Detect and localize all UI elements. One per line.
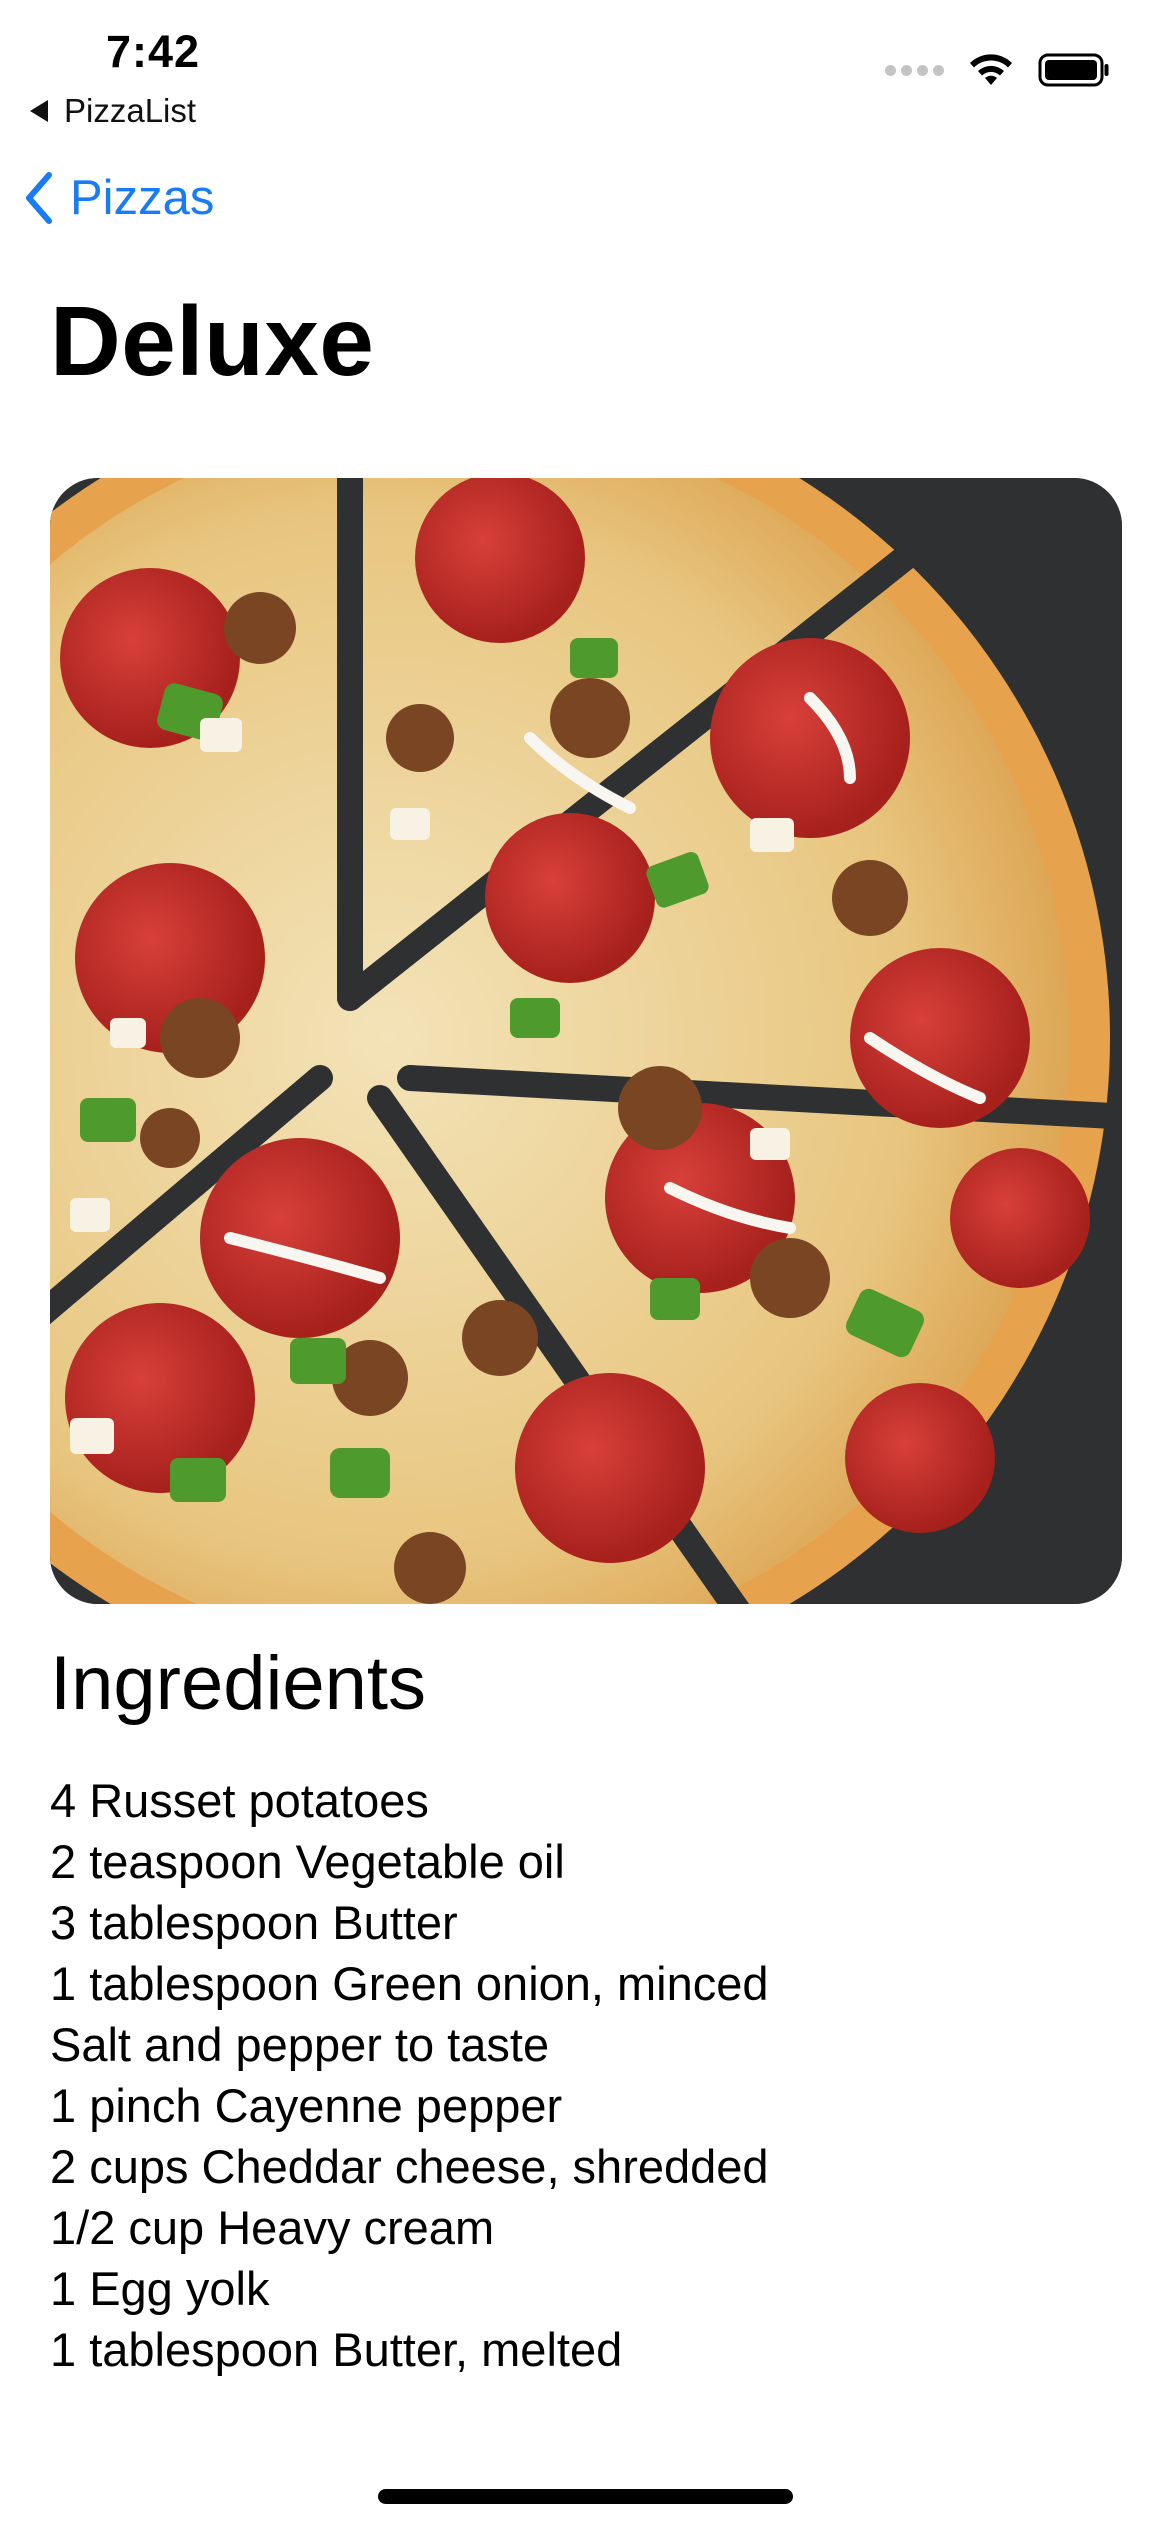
back-button[interactable]: Pizzas [24, 170, 214, 226]
ingredient-item: 1/2 cup Heavy cream [50, 2201, 495, 2254]
wifi-icon [970, 54, 1012, 85]
ingredient-item: 4 Russet potatoes [50, 1774, 429, 1827]
status-back-to-app[interactable]: PizzaList [30, 92, 196, 130]
ingredient-item: 3 tablespoon Butter [50, 1896, 458, 1949]
cellular-signal-icon [885, 64, 944, 76]
ingredient-item: 1 tablespoon Green onion, minced [50, 1957, 769, 2010]
back-triangle-icon [30, 100, 48, 122]
chevron-left-icon [26, 172, 52, 224]
ingredients-list: 4 Russet potatoes 2 teaspoon Vegetable o… [50, 1770, 1130, 2380]
ingredient-item: 2 cups Cheddar cheese, shredded [50, 2140, 769, 2193]
ingredient-item: 1 Egg yolk [50, 2262, 270, 2315]
ingredient-item: 2 teaspoon Vegetable oil [50, 1835, 565, 1888]
ingredient-item: Salt and pepper to taste [50, 2018, 550, 2071]
status-indicators [885, 52, 1110, 88]
pizza-image [50, 478, 1122, 1604]
status-back-app-label: PizzaList [64, 92, 197, 129]
back-button-label: Pizzas [70, 171, 215, 225]
ingredient-item: 1 pinch Cayenne pepper [50, 2079, 563, 2132]
ingredient-item: 1 tablespoon Butter, melted [50, 2323, 623, 2376]
ingredients-heading: Ingredients [50, 1641, 427, 1726]
status-time: 7:42 [106, 26, 201, 77]
home-indicator[interactable] [378, 2489, 793, 2504]
page-title: Deluxe [50, 286, 375, 396]
battery-icon [1038, 53, 1109, 87]
